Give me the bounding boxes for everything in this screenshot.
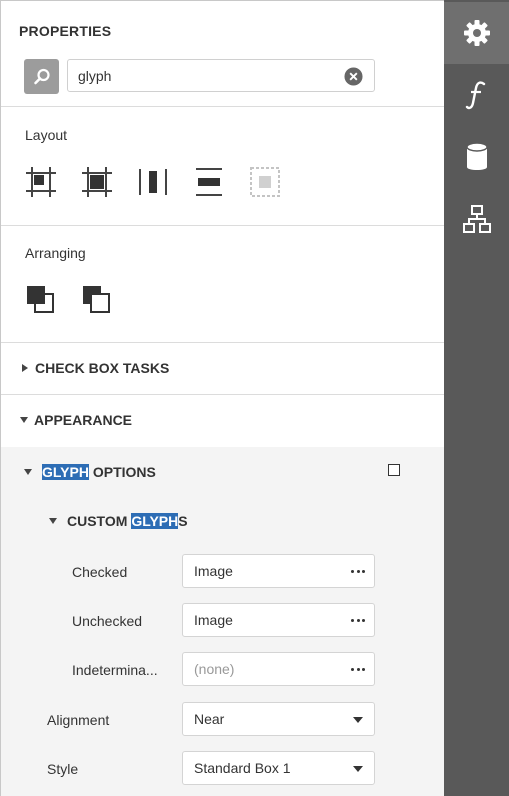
group-title: CUSTOM [67,513,132,529]
dropdown-arrow-icon [353,717,363,723]
tab-expressions[interactable] [444,64,509,126]
bring-to-front-icon[interactable] [25,284,57,316]
layout-section-label: Layout [25,127,68,143]
search-highlight: GLYPH [42,464,89,480]
panel-title: PROPERTIES [19,23,112,39]
glyph-options-group[interactable]: GLYPH OPTIONS [1,447,381,497]
dropdown-arrow-icon [353,766,363,772]
expand-arrow-icon [22,364,28,372]
hierarchy-icon [462,205,491,233]
group-title: APPEARANCE [34,412,133,428]
glyph-options-checkbox[interactable] [388,464,400,476]
center-vertically-icon[interactable] [193,166,225,198]
send-to-back-icon[interactable] [81,284,113,316]
align-to-grid-icon[interactable] [25,166,57,198]
search-highlight: GLYPH [131,513,179,529]
fit-bounds-icon [250,167,280,197]
collapse-arrow-icon [20,417,28,423]
search-input-value: glyph [78,67,112,84]
alignment-select[interactable]: Near [182,702,375,736]
properties-panel: PROPERTIES glyph Layout Arranging CHECK … [0,0,444,796]
collapse-arrow-icon [24,469,32,475]
checked-editor[interactable]: Image [182,554,375,588]
tab-report-explorer[interactable] [444,188,509,250]
search-button[interactable] [24,59,59,94]
group-title: CHECK BOX TASKS [35,360,170,376]
divider [1,106,444,107]
center-horizontally-icon[interactable] [137,166,169,198]
appearance-group[interactable]: APPEARANCE [1,395,444,445]
tab-field-list[interactable] [444,126,509,188]
database-icon [465,142,488,170]
ellipsis-icon[interactable] [351,570,365,574]
unchecked-editor[interactable]: Image [182,603,375,637]
style-select[interactable]: Standard Box 1 [182,751,375,785]
unchecked-value: Image [194,612,233,628]
gear-icon [463,20,490,46]
size-to-grid-icon[interactable] [81,166,113,198]
indeterminate-label: Indetermina... [72,662,158,678]
function-icon [465,81,485,110]
alignment-value: Near [194,711,225,727]
unchecked-label: Unchecked [72,613,143,629]
check-box-tasks-group[interactable]: CHECK BOX TASKS [1,343,444,393]
collapse-arrow-icon [49,518,57,524]
clear-search-icon[interactable] [344,67,363,86]
indeterminate-value: (none) [194,661,235,677]
group-title: OPTIONS [88,464,156,480]
divider [1,225,444,226]
group-title-suffix: S [178,513,188,529]
ellipsis-icon[interactable] [351,668,365,672]
custom-glyphs-group[interactable]: CUSTOM GLYPH S [1,496,381,546]
style-value: Standard Box 1 [194,760,291,776]
checked-label: Checked [72,564,128,580]
search-icon [33,68,50,84]
arranging-section-label: Arranging [25,245,86,261]
right-sidebar [444,0,509,796]
ellipsis-icon[interactable] [351,619,365,623]
tab-properties[interactable] [444,2,509,64]
search-input[interactable]: glyph [67,59,375,92]
alignment-label: Alignment [47,712,110,728]
indeterminate-editor[interactable]: (none) [182,652,375,686]
style-label: Style [47,761,79,777]
checked-value: Image [194,563,233,579]
